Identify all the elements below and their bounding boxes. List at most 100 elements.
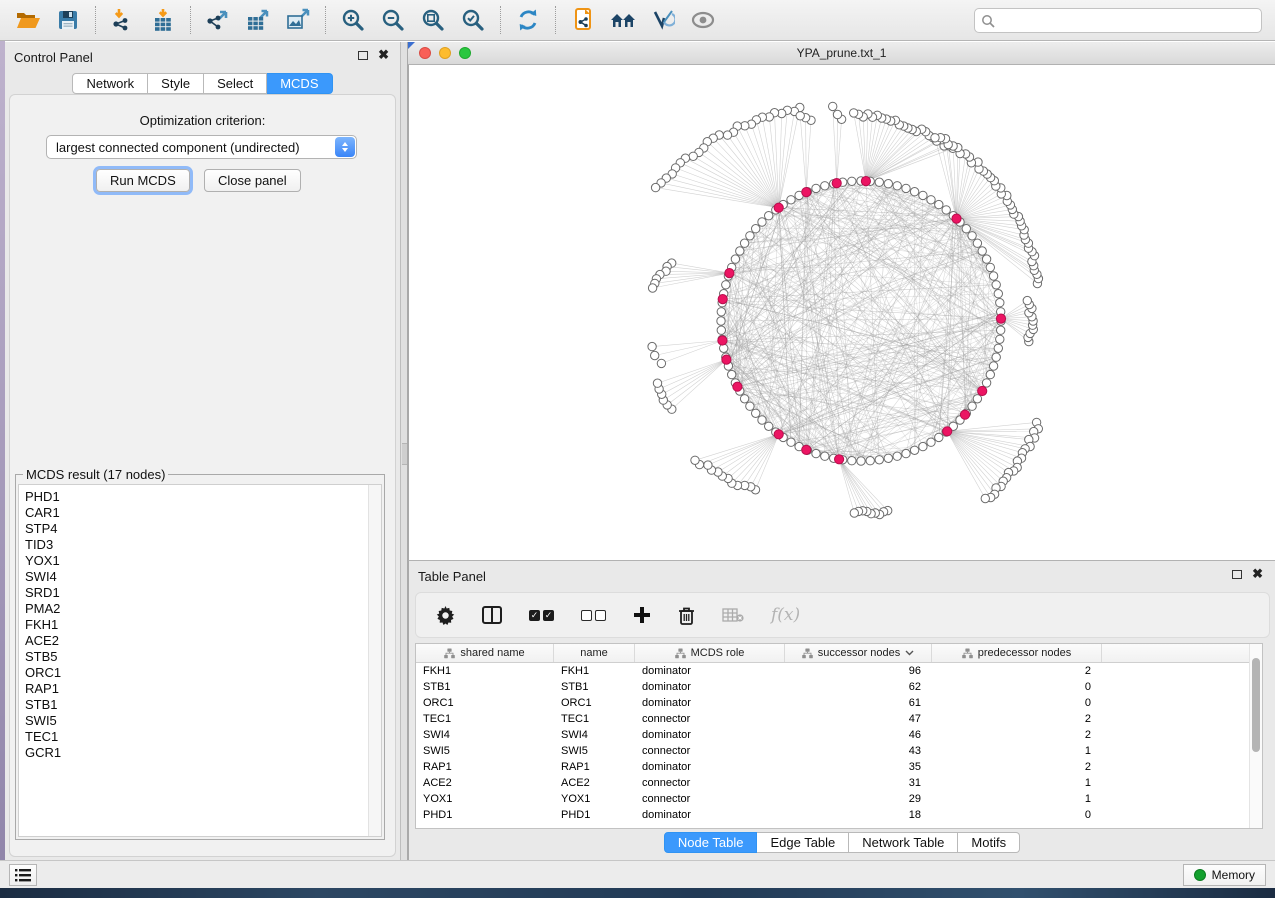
zoom-fit-button[interactable] [413,3,453,37]
function-builder-button[interactable]: f(x) [771,605,800,625]
add-column-button[interactable] [633,606,651,624]
zoom-selected-button[interactable] [453,3,493,37]
main-toolbar [0,0,1275,41]
float-panel-icon[interactable] [358,51,368,60]
list-item[interactable]: TEC1 [25,729,381,745]
column-type-icon [962,648,973,659]
control-panel-title: Control Panel [14,50,93,65]
tab-mcds[interactable]: MCDS [267,73,332,94]
table-row[interactable]: FKH1FKH1dominator962 [416,663,1262,679]
list-item[interactable]: GCR1 [25,745,381,761]
list-scrollbar-track[interactable] [368,485,381,836]
columns-icon [482,606,502,624]
memory-button[interactable]: Memory [1183,864,1266,886]
list-item[interactable]: STB1 [25,697,381,713]
column-header-mcds-role[interactable]: MCDS role [635,644,785,662]
tab-network[interactable]: Network [72,73,148,94]
mcds-result-list[interactable]: PHD1CAR1STP4TID3YOX1SWI4SRD1PMA2FKH1ACE2… [18,484,382,837]
table-row[interactable]: ORC1ORC1dominator610 [416,695,1262,711]
table-row[interactable]: TEC1TEC1connector472 [416,711,1262,727]
list-item[interactable]: SRD1 [25,585,381,601]
table-row[interactable]: SWI4SWI4dominator462 [416,727,1262,743]
list-item[interactable]: ORC1 [25,665,381,681]
table-row[interactable]: STB1STB1dominator620 [416,679,1262,695]
tab-edge-table[interactable]: Edge Table [757,832,849,853]
column-header-successor-nodes[interactable]: successor nodes [785,644,932,662]
tab-motifs[interactable]: Motifs [958,832,1020,853]
close-panel-button[interactable]: Close panel [204,169,301,192]
column-view-button[interactable] [482,606,502,624]
list-item[interactable]: SWI5 [25,713,381,729]
zoom-in-button[interactable] [333,3,373,37]
table-row[interactable]: SWI5SWI5connector431 [416,743,1262,759]
export-network-button[interactable] [198,3,238,37]
search-box[interactable] [974,8,1262,33]
export-table-button[interactable] [238,3,278,37]
new-network-from-file-button[interactable] [563,3,603,37]
deselect-all-button[interactable] [581,610,606,621]
splitter-grip[interactable] [402,443,407,465]
float-panel-icon[interactable] [1232,570,1242,579]
toolbar-separator [555,6,556,34]
search-input[interactable] [995,13,1255,29]
open-file-button[interactable] [8,3,48,37]
delete-column-button[interactable] [678,606,695,625]
toolbar-separator [325,6,326,34]
list-item[interactable]: RAP1 [25,681,381,697]
cell-name: FKH1 [554,665,635,677]
import-network-button[interactable] [103,3,143,37]
list-item[interactable]: ACE2 [25,633,381,649]
cell-name: ORC1 [554,697,635,709]
cell-predecessor-nodes: 1 [932,793,1102,805]
list-item[interactable]: PHD1 [25,489,381,505]
column-header-shared-name[interactable]: shared name [416,644,554,662]
cell-predecessor-nodes: 1 [932,777,1102,789]
vizmapper-button[interactable] [643,3,683,37]
select-all-button[interactable]: ✓ ✓ [529,610,554,621]
zoom-out-button[interactable] [373,3,413,37]
table-row[interactable]: ACE2ACE2connector311 [416,775,1262,791]
tab-node-table[interactable]: Node Table [664,832,758,853]
list-icon [15,869,31,882]
table-row[interactable]: RAP1RAP1dominator352 [416,759,1262,775]
import-table-button[interactable] [143,3,183,37]
list-item[interactable]: SWI4 [25,569,381,585]
cell-shared-name: FKH1 [416,665,554,677]
list-item[interactable]: TID3 [25,537,381,553]
list-item[interactable]: STP4 [25,521,381,537]
vertical-splitter[interactable] [400,42,408,888]
list-item[interactable]: FKH1 [25,617,381,633]
hide-show-button[interactable] [683,3,723,37]
run-mcds-button[interactable]: Run MCDS [96,169,190,192]
list-item[interactable]: STB5 [25,649,381,665]
eye-icon [690,11,716,29]
table-row[interactable]: PHD1PHD1dominator180 [416,807,1262,823]
cell-name: SWI5 [554,745,635,757]
list-item[interactable]: YOX1 [25,553,381,569]
list-item[interactable]: CAR1 [25,505,381,521]
close-panel-icon[interactable]: ✖ [378,50,389,60]
tab-select[interactable]: Select [204,73,267,94]
show-all-networks-button[interactable] [603,3,643,37]
list-item[interactable]: PMA2 [25,601,381,617]
table-settings-button[interactable] [436,606,455,625]
import-network-icon [111,8,135,32]
criterion-dropdown[interactable]: largest connected component (undirected) [46,135,357,159]
tab-style[interactable]: Style [148,73,204,94]
optimization-criterion-label: Optimization criterion: [10,113,395,128]
tab-network-table[interactable]: Network Table [849,832,958,853]
column-header-predecessor-nodes[interactable]: predecessor nodes [932,644,1102,662]
table-scrollbar-thumb[interactable] [1252,658,1260,752]
close-panel-icon[interactable]: ✖ [1252,569,1263,579]
refresh-button[interactable] [508,3,548,37]
delete-table-button[interactable] [722,608,744,622]
export-image-button[interactable] [278,3,318,37]
save-session-button[interactable] [48,3,88,37]
table-row[interactable]: YOX1YOX1connector291 [416,791,1262,807]
column-label: predecessor nodes [978,647,1072,659]
table-scrollbar-track[interactable] [1249,644,1262,828]
network-window-titlebar[interactable]: YPA_prune.txt_1 [408,42,1275,65]
column-header-name[interactable]: name [554,644,635,662]
task-history-button[interactable] [9,864,37,886]
network-canvas[interactable] [408,65,1275,560]
